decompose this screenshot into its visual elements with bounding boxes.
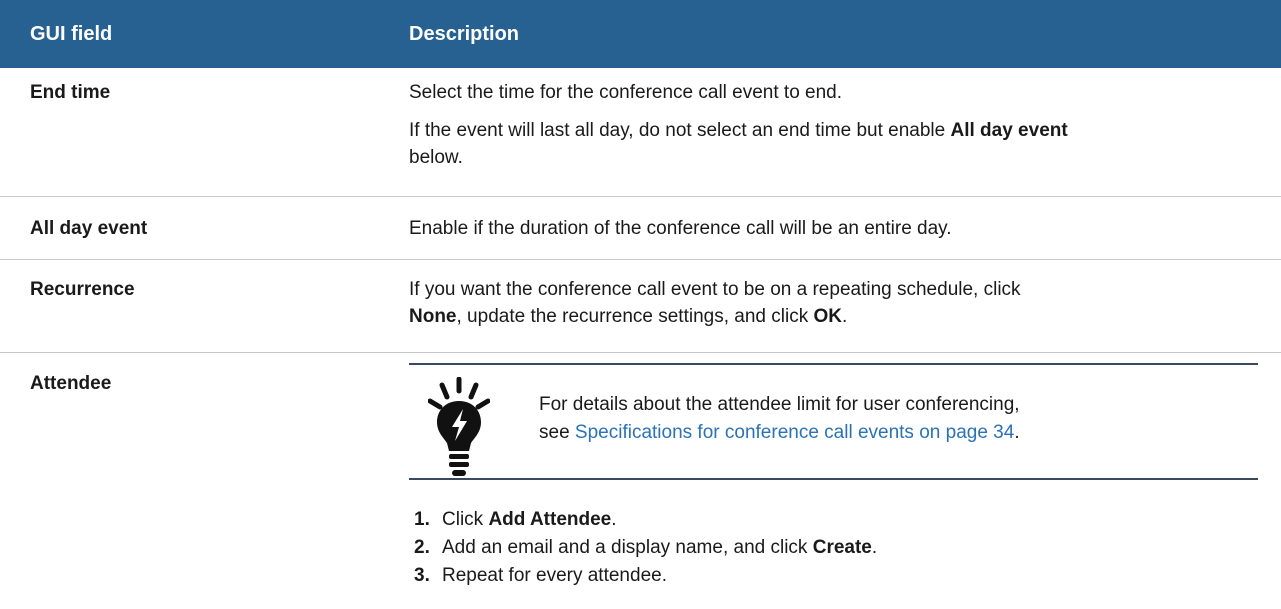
field-description: Select the time for the conference call … (390, 79, 1281, 196)
description-text: Select the time for the conference call … (409, 82, 843, 103)
field-name: Attendee (0, 353, 390, 609)
lightbulb-tip-icon (427, 376, 491, 487)
emphasis: Add Attendee (488, 509, 612, 530)
list-item: 1. Click Add Attendee. (414, 509, 617, 530)
field-name: End time (30, 82, 111, 103)
emphasis: OK (813, 306, 842, 327)
field-description: For details about the attendee limit for… (390, 353, 1281, 609)
list-item: 2. Add an email and a display name, and … (414, 537, 878, 558)
table-row-all-day-event: All day event Enable if the duration of … (0, 197, 1281, 260)
description-text: If the event will last all day, do not s… (409, 120, 1068, 168)
table-row-end-time: End time Select the time for the confere… (0, 68, 1281, 197)
header-gui-field: GUI field (30, 22, 113, 45)
steps-list: 1. Click Add Attendee. 2. Add an email a… (409, 506, 1281, 590)
gui-field-table: GUI field Description End time Select th… (0, 0, 1281, 609)
table-row-recurrence: Recurrence If you want the conference ca… (0, 260, 1281, 353)
specifications-link[interactable]: Specifications for conference call event… (575, 422, 1014, 443)
emphasis: All day event (950, 120, 1068, 141)
field-name: Recurrence (30, 279, 135, 300)
table-row-attendee: Attendee For details about the attendee … (0, 353, 1281, 609)
field-description: If you want the conference call event to… (409, 279, 1021, 327)
emphasis: None (409, 306, 457, 327)
tip-note: For details about the attendee limit for… (409, 363, 1258, 480)
table-header: GUI field Description (0, 0, 1281, 68)
list-item: 3. Repeat for every attendee. (414, 565, 667, 586)
tip-text: For details about the attendee limit for… (539, 394, 1020, 443)
header-description: Description (409, 22, 520, 45)
field-description: Enable if the duration of the conference… (409, 218, 952, 239)
emphasis: Create (812, 537, 872, 558)
field-name: All day event (30, 218, 148, 239)
